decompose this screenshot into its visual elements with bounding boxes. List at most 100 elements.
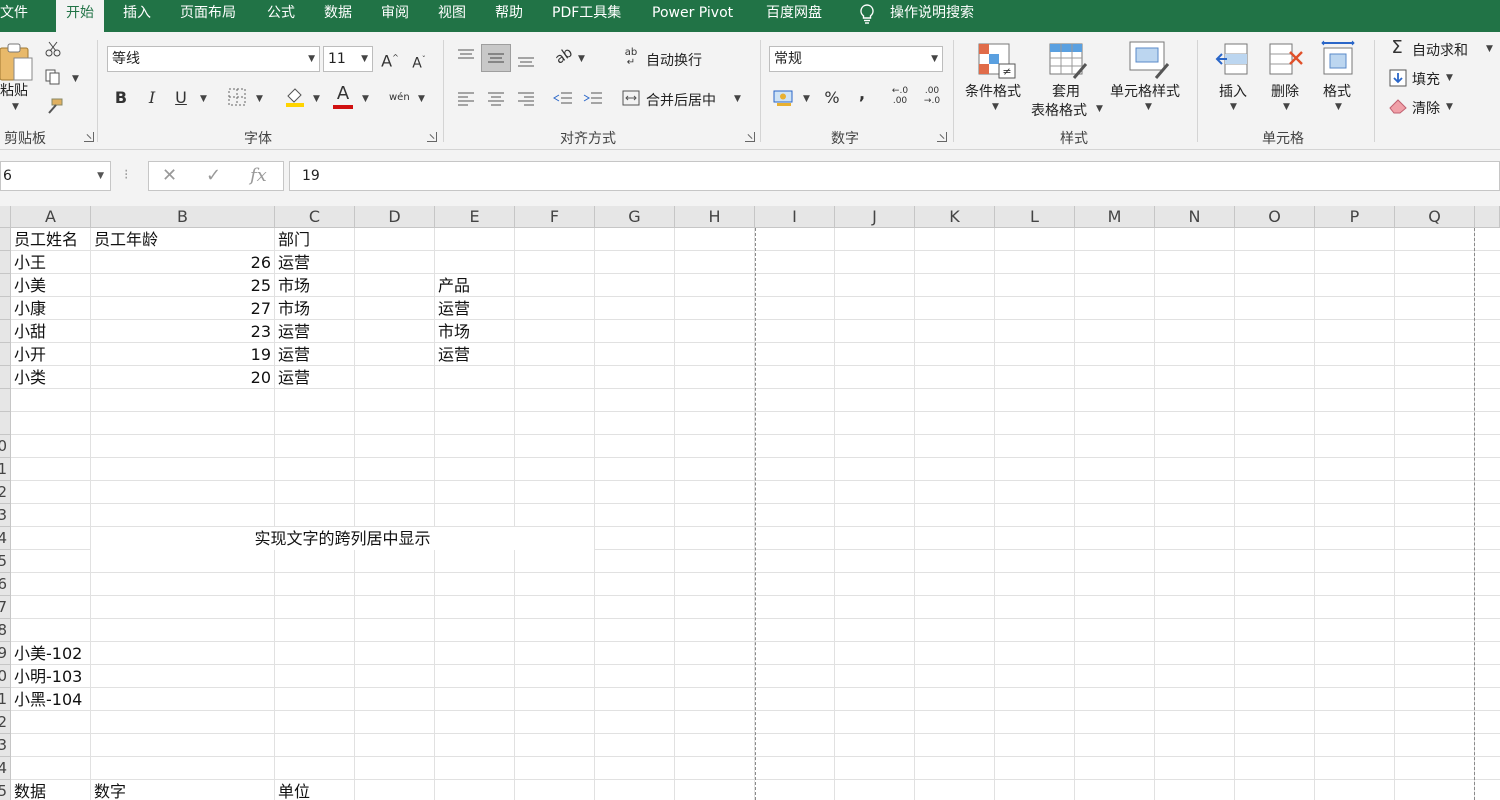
accounting-dropdown-icon[interactable]: ▼: [803, 94, 810, 104]
cell-b2[interactable]: 26: [91, 251, 274, 274]
cell-e4[interactable]: 运营: [435, 297, 514, 320]
format-as-table-label-2[interactable]: 表格格式: [1031, 100, 1087, 120]
cell-c5[interactable]: 运营: [275, 320, 354, 343]
percent-button[interactable]: %: [823, 88, 841, 108]
cell-a20[interactable]: 小明-103: [11, 665, 90, 688]
decrease-font-size-icon[interactable]: Aˇ: [410, 50, 428, 74]
cell-b7[interactable]: 20: [91, 366, 274, 389]
autosum-icon[interactable]: Σ: [1388, 38, 1406, 58]
autosum-button[interactable]: 自动求和: [1412, 40, 1468, 60]
format-painter-icon[interactable]: [44, 96, 66, 116]
cell-b25[interactable]: 数字: [91, 780, 274, 800]
accounting-format-icon[interactable]: [773, 88, 795, 108]
tab-file[interactable]: 文件: [0, 0, 28, 28]
cell-styles-dropdown-icon[interactable]: ▼: [1145, 102, 1152, 112]
conditional-formatting-icon[interactable]: ≠: [977, 42, 1017, 80]
fill-color-icon[interactable]: [284, 86, 306, 108]
column-header-g[interactable]: G: [595, 206, 675, 228]
enter-icon[interactable]: ✓: [206, 165, 221, 186]
align-middle-button[interactable]: [481, 44, 511, 72]
row-header[interactable]: 1: [0, 688, 11, 711]
tab-power-pivot[interactable]: Power Pivot: [652, 0, 733, 28]
increase-decimal-icon[interactable]: ←.0 .00: [888, 86, 912, 106]
row-header[interactable]: [0, 320, 11, 343]
font-size-select[interactable]: 11 ▼: [323, 46, 373, 72]
column-header-m[interactable]: M: [1075, 206, 1155, 228]
lightbulb-icon[interactable]: [857, 2, 877, 26]
row-header[interactable]: 0: [0, 665, 11, 688]
formula-bar-grip-icon[interactable]: ⁝: [124, 167, 128, 183]
cell-a5[interactable]: 小甜: [11, 320, 90, 343]
cell-a19[interactable]: 小美-102: [11, 642, 90, 665]
row-header[interactable]: [0, 251, 11, 274]
cell-c6[interactable]: 运营: [275, 343, 354, 366]
format-as-table-dropdown-icon[interactable]: ▼: [1096, 104, 1103, 114]
merge-center-button[interactable]: 合并后居中: [646, 90, 716, 110]
row-header[interactable]: 5: [0, 780, 11, 800]
cut-icon[interactable]: [44, 40, 62, 58]
paste-dropdown-icon[interactable]: ▼: [12, 102, 19, 112]
cell-styles-button[interactable]: 单元格样式: [1110, 81, 1180, 101]
decrease-indent-icon[interactable]: [553, 90, 573, 106]
clear-dropdown-icon[interactable]: ▼: [1446, 102, 1453, 112]
cell-b5[interactable]: 23: [91, 320, 274, 343]
tab-view[interactable]: 视图: [438, 0, 466, 28]
fill-down-icon[interactable]: [1389, 69, 1407, 87]
delete-cells-button[interactable]: 删除: [1271, 81, 1299, 101]
cell-b6[interactable]: 19: [91, 343, 274, 366]
column-header-o[interactable]: O: [1235, 206, 1315, 228]
column-header-i[interactable]: I: [755, 206, 835, 228]
tab-page-layout[interactable]: 页面布局: [180, 0, 236, 28]
number-launcher-icon[interactable]: [937, 132, 947, 142]
row-header[interactable]: 3: [0, 504, 11, 527]
row-header[interactable]: [0, 228, 11, 251]
cell-b1[interactable]: 员工年龄: [91, 228, 274, 251]
column-header-b[interactable]: B: [91, 206, 275, 228]
formula-input[interactable]: 19: [289, 161, 1500, 191]
row-header[interactable]: [0, 412, 11, 435]
cell-a25[interactable]: 数据: [11, 780, 90, 800]
tell-me-search[interactable]: 操作说明搜索: [890, 0, 974, 28]
name-box[interactable]: 6 ▼: [0, 161, 111, 191]
cell-b3[interactable]: 25: [91, 274, 274, 297]
font-color-icon[interactable]: A: [334, 84, 352, 104]
row-header[interactable]: [0, 389, 11, 412]
row-header[interactable]: 6: [0, 573, 11, 596]
format-as-table-icon[interactable]: [1048, 42, 1088, 80]
column-header-p[interactable]: P: [1315, 206, 1395, 228]
row-header[interactable]: 2: [0, 481, 11, 504]
underline-button[interactable]: U: [173, 88, 189, 108]
row-header[interactable]: 1: [0, 458, 11, 481]
delete-dropdown-icon[interactable]: ▼: [1283, 102, 1290, 112]
insert-cells-button[interactable]: 插入: [1219, 81, 1247, 101]
column-header-n[interactable]: N: [1155, 206, 1235, 228]
row-header[interactable]: 5: [0, 550, 11, 573]
font-name-select[interactable]: 等线 ▼: [107, 46, 320, 72]
column-header-j[interactable]: J: [835, 206, 915, 228]
column-header-a[interactable]: A: [11, 206, 91, 228]
italic-button[interactable]: I: [144, 88, 160, 108]
select-all-corner[interactable]: [0, 206, 11, 228]
insert-function-icon[interactable]: fx: [250, 165, 267, 186]
cell-c1[interactable]: 部门: [275, 228, 354, 251]
row-header[interactable]: [0, 343, 11, 366]
font-launcher-icon[interactable]: [427, 132, 437, 142]
row-header[interactable]: 4: [0, 527, 11, 550]
format-cells-button[interactable]: 格式: [1323, 81, 1351, 101]
cell-a7[interactable]: 小类: [11, 366, 90, 389]
row-header[interactable]: [0, 366, 11, 389]
tab-insert[interactable]: 插入: [123, 0, 151, 28]
cell-a1[interactable]: 员工姓名: [11, 228, 90, 251]
tab-review[interactable]: 审阅: [381, 0, 409, 28]
column-header-q[interactable]: Q: [1395, 206, 1475, 228]
wrap-text-icon[interactable]: ab ↵: [622, 48, 640, 68]
column-header-d[interactable]: D: [355, 206, 435, 228]
column-header-l[interactable]: L: [995, 206, 1075, 228]
tab-home[interactable]: 开始: [56, 0, 104, 32]
comma-style-button[interactable]: ,: [856, 84, 868, 104]
column-header-e[interactable]: E: [435, 206, 515, 228]
merge-dropdown-icon[interactable]: ▼: [734, 94, 741, 104]
cancel-icon[interactable]: ✕: [162, 165, 177, 186]
row-header[interactable]: 4: [0, 757, 11, 780]
cell-a6[interactable]: 小开: [11, 343, 90, 366]
